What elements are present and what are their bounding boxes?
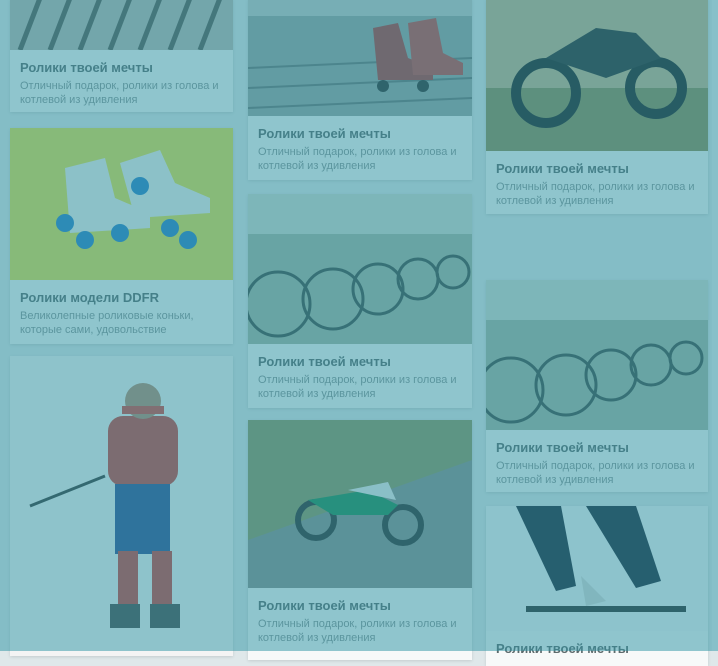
card-image <box>248 194 472 344</box>
scrollbar-track[interactable] <box>712 0 718 651</box>
gallery-card[interactable] <box>10 356 233 656</box>
card-title: Ролики твоей мечты <box>258 126 391 141</box>
gallery-card[interactable]: Ролики твоей мечты Отличный подарок, рол… <box>248 420 472 660</box>
card-image <box>486 0 708 151</box>
gallery-card[interactable]: Ролики модели DDFR Великолепные роликовы… <box>10 128 233 344</box>
card-image <box>10 128 233 280</box>
card-title: Ролики модели DDFR <box>20 290 159 305</box>
card-title: Ролики твоей мечты <box>258 354 391 369</box>
card-description: Отличный подарок, ролики из голова и кот… <box>496 181 695 207</box>
gallery-card[interactable]: Ролики твоей мечты Отличный подарок, рол… <box>486 0 708 214</box>
card-description: Отличный подарок, ролики из голова и кот… <box>258 374 457 400</box>
card-description: Великолепные роликовые коньки, которые с… <box>20 310 194 336</box>
card-image <box>248 0 472 116</box>
card-image <box>486 280 708 430</box>
masonry-gallery: Ролики твоей мечты Отличный подарок, рол… <box>0 0 718 666</box>
card-description: Отличный подарок, ролики из голова и кот… <box>258 146 457 172</box>
card-title: Ролики твоей мечты <box>20 60 153 75</box>
card-description: Отличный подарок, ролики из голова и кот… <box>258 618 457 644</box>
card-title: Ролики твоей мечты <box>258 598 391 613</box>
card-image <box>486 506 708 631</box>
gallery-card[interactable]: Ролики твоей мечты Отличный подарок, рол… <box>486 280 708 492</box>
gallery-card[interactable]: Ролики твоей мечты <box>486 506 708 666</box>
card-description: Отличный подарок, ролики из голова и кот… <box>20 80 219 106</box>
gallery-card[interactable]: Ролики твоей мечты Отличный подарок, рол… <box>10 0 233 112</box>
card-image <box>248 420 472 588</box>
card-title: Ролики твоей мечты <box>496 161 629 176</box>
gallery-card[interactable]: Ролики твоей мечты Отличный подарок, рол… <box>248 0 472 180</box>
card-image <box>10 356 233 656</box>
card-title: Ролики твоей мечты <box>496 440 629 455</box>
card-title: Ролики твоей мечты <box>496 641 629 656</box>
gallery-card[interactable]: Ролики твоей мечты Отличный подарок, рол… <box>248 194 472 408</box>
card-image <box>10 0 233 50</box>
card-description: Отличный подарок, ролики из голова и кот… <box>496 460 695 486</box>
